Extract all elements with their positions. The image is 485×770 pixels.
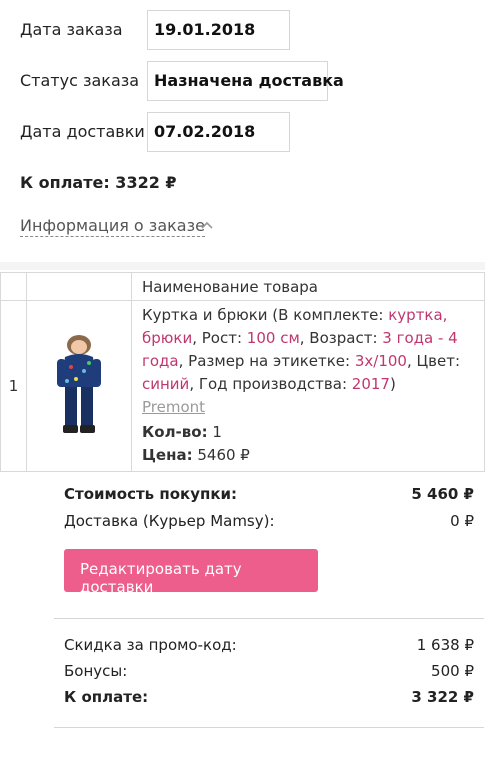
divider xyxy=(54,618,484,619)
bonus-label: Бонусы: xyxy=(64,662,128,680)
header-name-cell: Наименование товара xyxy=(131,272,485,301)
desc-height-link[interactable]: 100 см xyxy=(247,329,300,347)
order-status-row: Статус заказа Назначена доставка xyxy=(20,61,485,101)
promo-discount-row: Скидка за промо-код: 1 638 ₽ xyxy=(64,636,474,656)
section-divider xyxy=(0,262,485,270)
delivery-cost-label: Доставка (Курьер Mamsy): xyxy=(64,512,275,530)
desc-color-link[interactable]: синий xyxy=(142,375,189,393)
desc-text: , Цвет: xyxy=(406,352,460,370)
price-value: 5460 ₽ xyxy=(197,446,250,464)
edit-delivery-date-button[interactable]: Редактировать дату доставки xyxy=(64,549,318,596)
delivery-date-label: Дата доставки xyxy=(20,122,145,141)
delivery-date-value: 07.02.2018 xyxy=(147,112,290,152)
desc-text: ) xyxy=(389,375,396,393)
delivery-date-row: Дата доставки 07.02.2018 xyxy=(20,112,485,152)
delivery-cost-row: Доставка (Курьер Mamsy): 0 ₽ xyxy=(64,512,474,532)
to-pay-summary: К оплате: 3322 ₽ xyxy=(20,173,177,192)
bonus-row: Бонусы: 500 ₽ xyxy=(64,662,474,682)
price-label: Цена: xyxy=(142,446,193,464)
kids-jacket-pants-image[interactable] xyxy=(51,331,107,435)
desc-text: , Год производства: xyxy=(189,375,352,393)
order-status-value: Назначена доставка xyxy=(147,61,344,101)
order-status-label: Статус заказа xyxy=(20,71,140,90)
desc-text: , Рост: xyxy=(192,329,247,347)
divider xyxy=(54,727,484,728)
order-date-label: Дата заказа xyxy=(20,20,123,39)
total-label: К оплате: xyxy=(64,688,149,706)
order-items-table: Наименование товара 1 Куртка и брюки (В … xyxy=(0,272,485,472)
order-details-panel: Дата заказа 19.01.2018 Статус заказа Наз… xyxy=(0,0,485,262)
table-row: 1 Куртка и брюки (В комплекте: куртка, б… xyxy=(0,300,485,472)
table-header-row: Наименование товара xyxy=(0,272,485,301)
brand-link[interactable]: Premont xyxy=(142,396,476,419)
header-index-cell xyxy=(0,272,27,301)
product-description: Куртка и брюки (В комплекте: куртка, брю… xyxy=(142,304,476,396)
quantity-label: Кол-во: xyxy=(142,423,208,441)
total-value: 3 322 ₽ xyxy=(411,688,474,706)
desc-text: , Размер на этикетке: xyxy=(178,352,355,370)
bonus-value: 500 ₽ xyxy=(431,662,474,680)
chevron-up-icon[interactable] xyxy=(200,218,214,232)
order-date-value: 19.01.2018 xyxy=(147,10,290,50)
product-image-cell xyxy=(26,300,132,472)
quantity-value: 1 xyxy=(212,423,222,441)
price-line: Цена: 5460 ₽ xyxy=(142,444,476,467)
promo-discount-value: 1 638 ₽ xyxy=(416,636,474,654)
row-index: 1 xyxy=(0,300,27,472)
purchase-cost-row: Стоимость покупки: 5 460 ₽ xyxy=(64,485,474,505)
desc-text: , Возраст: xyxy=(299,329,383,347)
order-info-link[interactable]: Информация о заказе xyxy=(20,216,205,237)
total-row: К оплате: 3 322 ₽ xyxy=(64,688,474,708)
promo-discount-label: Скидка за промо-код: xyxy=(64,636,237,654)
desc-text: Куртка и брюки (В комплекте: xyxy=(142,306,389,324)
purchase-cost-value: 5 460 ₽ xyxy=(411,485,474,503)
product-description-cell: Куртка и брюки (В комплекте: куртка, брю… xyxy=(131,300,485,472)
purchase-cost-label: Стоимость покупки: xyxy=(64,485,238,503)
desc-year-link[interactable]: 2017 xyxy=(352,375,390,393)
order-date-row: Дата заказа 19.01.2018 xyxy=(20,10,485,50)
desc-size-link[interactable]: 3х/100 xyxy=(355,352,407,370)
delivery-cost-value: 0 ₽ xyxy=(450,512,474,530)
quantity-line: Кол-во: 1 xyxy=(142,421,476,444)
header-image-cell xyxy=(26,272,132,301)
